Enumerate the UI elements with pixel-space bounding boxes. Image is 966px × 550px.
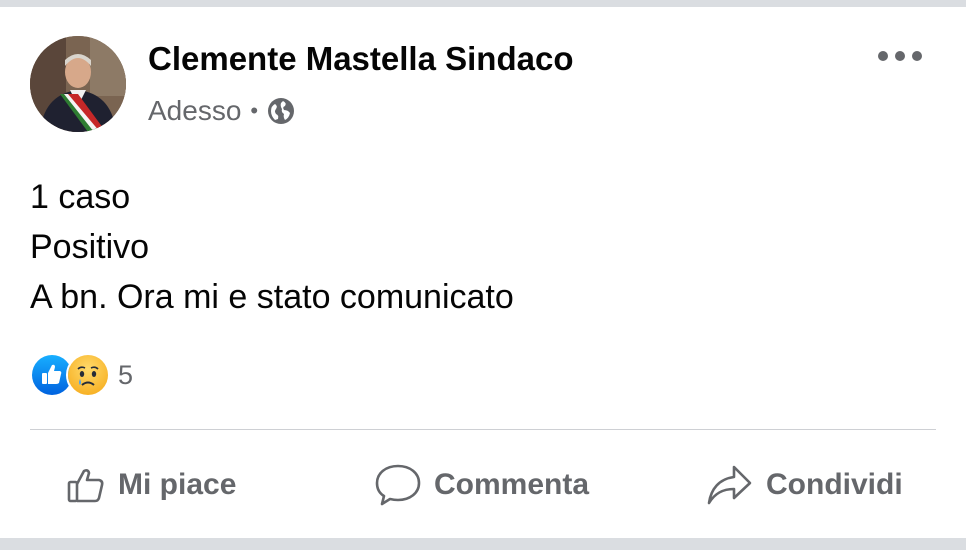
globe-icon[interactable] xyxy=(267,97,295,125)
actions-divider xyxy=(30,429,936,430)
more-dot xyxy=(912,51,922,61)
post-text-line: 1 caso xyxy=(30,178,131,216)
sad-reaction-icon xyxy=(66,353,110,397)
share-arrow-icon xyxy=(707,465,752,505)
meta-separator: • xyxy=(250,98,259,123)
post-actions-bar: Mi piace Commenta Condividi xyxy=(30,440,936,530)
post-timestamp[interactable]: Adesso xyxy=(148,95,241,127)
reactions-summary[interactable]: 5 xyxy=(30,353,133,397)
share-button-label: Condividi xyxy=(766,468,903,501)
more-dot xyxy=(895,51,905,61)
share-button[interactable]: Condividi xyxy=(706,440,903,530)
reaction-count[interactable]: 5 xyxy=(118,360,133,391)
feed-bottom-separator xyxy=(0,538,966,550)
comment-button-label: Commenta xyxy=(434,468,590,501)
thumbs-up-icon xyxy=(67,469,104,503)
more-options-icon[interactable] xyxy=(878,46,922,66)
post-text-line: A bn. Ora mi e stato comunicato xyxy=(30,278,514,316)
like-button[interactable]: Mi piace xyxy=(66,440,236,530)
avatar-photo xyxy=(30,36,126,132)
post-text: 1 caso Positivo A bn. Ora mi e stato com… xyxy=(30,172,514,322)
comment-bubble-icon xyxy=(375,464,421,506)
more-dot xyxy=(878,51,888,61)
post-text-line: Positivo xyxy=(30,228,150,266)
feed-top-separator xyxy=(0,0,966,7)
author-avatar[interactable] xyxy=(30,36,126,132)
author-name[interactable]: Clemente Mastella Sindaco xyxy=(148,40,573,78)
post-meta: Adesso • xyxy=(148,94,295,128)
comment-button[interactable]: Commenta xyxy=(374,440,589,530)
like-button-label: Mi piace xyxy=(118,468,237,501)
